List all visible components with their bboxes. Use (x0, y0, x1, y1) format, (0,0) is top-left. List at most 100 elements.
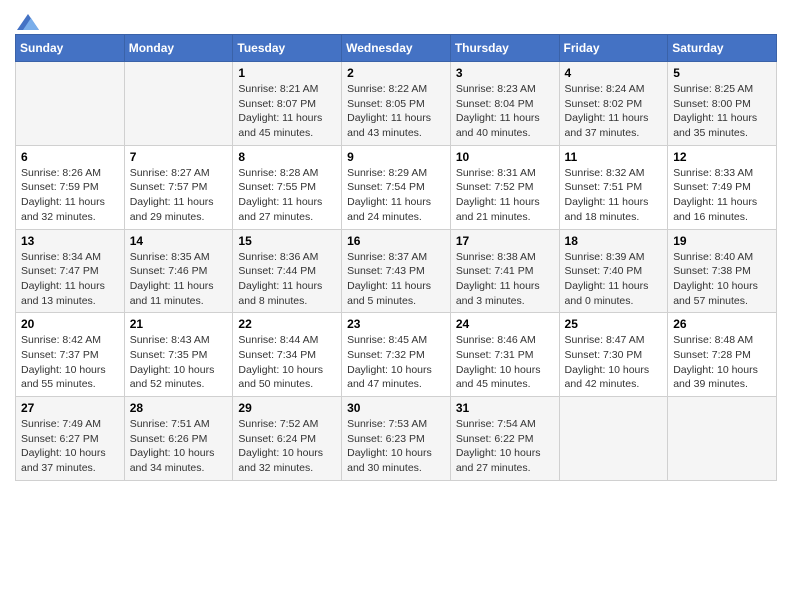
calendar-cell: 10 Sunrise: 8:31 AMSunset: 7:52 PMDayligh… (450, 145, 559, 229)
day-number: 17 (456, 234, 554, 248)
calendar-cell (559, 397, 668, 481)
cell-content: Sunrise: 8:37 AMSunset: 7:43 PMDaylight:… (347, 250, 445, 309)
cell-content: Sunrise: 8:29 AMSunset: 7:54 PMDaylight:… (347, 166, 445, 225)
day-number: 26 (673, 317, 771, 331)
column-header-sunday: Sunday (16, 35, 125, 62)
day-number: 12 (673, 150, 771, 164)
cell-content: Sunrise: 8:36 AMSunset: 7:44 PMDaylight:… (238, 250, 336, 309)
logo-icon (17, 14, 39, 30)
cell-content: Sunrise: 8:38 AMSunset: 7:41 PMDaylight:… (456, 250, 554, 309)
day-number: 16 (347, 234, 445, 248)
day-number: 10 (456, 150, 554, 164)
day-number: 4 (565, 66, 663, 80)
calendar-cell: 16 Sunrise: 8:37 AMSunset: 7:43 PMDayligh… (342, 229, 451, 313)
calendar-cell: 18 Sunrise: 8:39 AMSunset: 7:40 PMDayligh… (559, 229, 668, 313)
day-number: 25 (565, 317, 663, 331)
cell-content: Sunrise: 8:42 AMSunset: 7:37 PMDaylight:… (21, 333, 119, 392)
calendar-cell: 13Sunrise: 8:34 AMSunset: 7:47 PMDayligh… (16, 229, 125, 313)
calendar-cell: 6 Sunrise: 8:26 AMSunset: 7:59 PMDaylight… (16, 145, 125, 229)
day-number: 23 (347, 317, 445, 331)
cell-content: Sunrise: 8:43 AMSunset: 7:35 PMDaylight:… (130, 333, 228, 392)
cell-content: Sunrise: 8:46 AMSunset: 7:31 PMDaylight:… (456, 333, 554, 392)
cell-content: Sunrise: 8:47 AMSunset: 7:30 PMDaylight:… (565, 333, 663, 392)
cell-content: Sunrise: 8:35 AMSunset: 7:46 PMDaylight:… (130, 250, 228, 309)
cell-content: Sunrise: 8:32 AMSunset: 7:51 PMDaylight:… (565, 166, 663, 225)
calendar-cell: 22 Sunrise: 8:44 AMSunset: 7:34 PMDayligh… (233, 313, 342, 397)
calendar-cell: 27 Sunrise: 7:49 AMSunset: 6:27 PMDayligh… (16, 397, 125, 481)
calendar-cell: 30 Sunrise: 7:53 AMSunset: 6:23 PMDayligh… (342, 397, 451, 481)
week-row-2: 6 Sunrise: 8:26 AMSunset: 7:59 PMDaylight… (16, 145, 777, 229)
day-number: 7 (130, 150, 228, 164)
calendar-cell: 20 Sunrise: 8:42 AMSunset: 7:37 PMDayligh… (16, 313, 125, 397)
day-number: 2 (347, 66, 445, 80)
day-number: 11 (565, 150, 663, 164)
cell-content: Sunrise: 8:23 AMSunset: 8:04 PMDaylight:… (456, 82, 554, 141)
calendar-cell: 1 Sunrise: 8:21 AMSunset: 8:07 PMDaylight… (233, 62, 342, 146)
calendar-header: SundayMondayTuesdayWednesdayThursdayFrid… (16, 35, 777, 62)
cell-content: Sunrise: 8:45 AMSunset: 7:32 PMDaylight:… (347, 333, 445, 392)
calendar-cell: 19 Sunrise: 8:40 AMSunset: 7:38 PMDayligh… (668, 229, 777, 313)
column-header-tuesday: Tuesday (233, 35, 342, 62)
cell-content: Sunrise: 8:27 AMSunset: 7:57 PMDaylight:… (130, 166, 228, 225)
day-number: 30 (347, 401, 445, 415)
calendar-cell: 29 Sunrise: 7:52 AMSunset: 6:24 PMDayligh… (233, 397, 342, 481)
day-number: 3 (456, 66, 554, 80)
calendar-cell: 8Sunrise: 8:28 AMSunset: 7:55 PMDaylight… (233, 145, 342, 229)
calendar-cell: 12Sunrise: 8:33 AMSunset: 7:49 PMDayligh… (668, 145, 777, 229)
cell-content: Sunrise: 7:52 AMSunset: 6:24 PMDaylight:… (238, 417, 336, 476)
calendar-cell: 15 Sunrise: 8:36 AMSunset: 7:44 PMDayligh… (233, 229, 342, 313)
day-number: 19 (673, 234, 771, 248)
cell-content: Sunrise: 8:48 AMSunset: 7:28 PMDaylight:… (673, 333, 771, 392)
calendar-cell: 26 Sunrise: 8:48 AMSunset: 7:28 PMDayligh… (668, 313, 777, 397)
cell-content: Sunrise: 8:28 AMSunset: 7:55 PMDaylight:… (238, 166, 336, 225)
week-row-3: 13Sunrise: 8:34 AMSunset: 7:47 PMDayligh… (16, 229, 777, 313)
cell-content: Sunrise: 8:26 AMSunset: 7:59 PMDaylight:… (21, 166, 119, 225)
calendar-cell: 23 Sunrise: 8:45 AMSunset: 7:32 PMDayligh… (342, 313, 451, 397)
day-number: 29 (238, 401, 336, 415)
day-number: 5 (673, 66, 771, 80)
day-number: 9 (347, 150, 445, 164)
cell-content: Sunrise: 7:49 AMSunset: 6:27 PMDaylight:… (21, 417, 119, 476)
calendar-table: SundayMondayTuesdayWednesdayThursdayFrid… (15, 34, 777, 481)
day-number: 15 (238, 234, 336, 248)
calendar-cell: 28Sunrise: 7:51 AMSunset: 6:26 PMDayligh… (124, 397, 233, 481)
day-number: 31 (456, 401, 554, 415)
cell-content: Sunrise: 8:24 AMSunset: 8:02 PMDaylight:… (565, 82, 663, 141)
calendar-cell: 17 Sunrise: 8:38 AMSunset: 7:41 PMDayligh… (450, 229, 559, 313)
logo (15, 14, 39, 26)
calendar-cell: 21 Sunrise: 8:43 AMSunset: 7:35 PMDayligh… (124, 313, 233, 397)
calendar-cell: 11 Sunrise: 8:32 AMSunset: 7:51 PMDayligh… (559, 145, 668, 229)
cell-content: Sunrise: 8:44 AMSunset: 7:34 PMDaylight:… (238, 333, 336, 392)
day-number: 6 (21, 150, 119, 164)
calendar-cell: 7 Sunrise: 8:27 AMSunset: 7:57 PMDaylight… (124, 145, 233, 229)
day-number: 13 (21, 234, 119, 248)
cell-content: Sunrise: 8:31 AMSunset: 7:52 PMDaylight:… (456, 166, 554, 225)
column-header-monday: Monday (124, 35, 233, 62)
calendar-cell (668, 397, 777, 481)
day-number: 28 (130, 401, 228, 415)
day-number: 21 (130, 317, 228, 331)
calendar-cell: 25 Sunrise: 8:47 AMSunset: 7:30 PMDayligh… (559, 313, 668, 397)
cell-content: Sunrise: 8:21 AMSunset: 8:07 PMDaylight:… (238, 82, 336, 141)
day-number: 14 (130, 234, 228, 248)
calendar-cell: 2 Sunrise: 8:22 AMSunset: 8:05 PMDaylight… (342, 62, 451, 146)
day-number: 18 (565, 234, 663, 248)
cell-content: Sunrise: 7:54 AMSunset: 6:22 PMDaylight:… (456, 417, 554, 476)
header-row: SundayMondayTuesdayWednesdayThursdayFrid… (16, 35, 777, 62)
cell-content: Sunrise: 7:53 AMSunset: 6:23 PMDaylight:… (347, 417, 445, 476)
week-row-1: 1 Sunrise: 8:21 AMSunset: 8:07 PMDaylight… (16, 62, 777, 146)
calendar-cell (124, 62, 233, 146)
column-header-wednesday: Wednesday (342, 35, 451, 62)
day-number: 27 (21, 401, 119, 415)
cell-content: Sunrise: 8:22 AMSunset: 8:05 PMDaylight:… (347, 82, 445, 141)
calendar-cell: 24Sunrise: 8:46 AMSunset: 7:31 PMDayligh… (450, 313, 559, 397)
calendar-cell: 5Sunrise: 8:25 AMSunset: 8:00 PMDaylight… (668, 62, 777, 146)
calendar-cell: 9 Sunrise: 8:29 AMSunset: 7:54 PMDaylight… (342, 145, 451, 229)
day-number: 1 (238, 66, 336, 80)
cell-content: Sunrise: 8:40 AMSunset: 7:38 PMDaylight:… (673, 250, 771, 309)
cell-content: Sunrise: 8:39 AMSunset: 7:40 PMDaylight:… (565, 250, 663, 309)
week-row-5: 27 Sunrise: 7:49 AMSunset: 6:27 PMDayligh… (16, 397, 777, 481)
day-number: 20 (21, 317, 119, 331)
column-header-saturday: Saturday (668, 35, 777, 62)
day-number: 22 (238, 317, 336, 331)
